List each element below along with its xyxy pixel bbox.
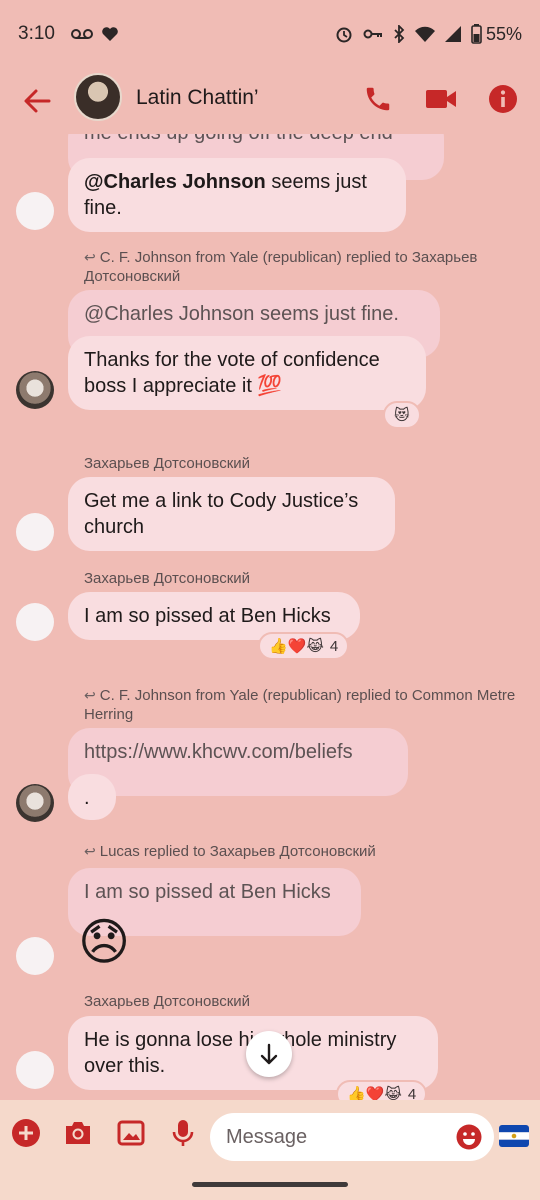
reply-label: ↩ Lucas replied to Захарьев Дотсоновский <box>84 843 376 860</box>
message-text: Thanks for the vote of confidence boss I… <box>84 349 380 397</box>
reply-arrow-icon: ↩ <box>84 687 96 703</box>
add-icon[interactable] <box>11 1118 41 1148</box>
signal-icon <box>444 26 461 42</box>
reply-label: ↩ C. F. Johnson from Yale (republican) re… <box>84 687 516 723</box>
sender-name: Захарьев Дотсоновский <box>84 455 251 472</box>
battery-icon <box>471 24 482 44</box>
microphone-icon[interactable] <box>168 1118 198 1148</box>
avatar[interactable] <box>16 1051 54 1089</box>
avatar[interactable] <box>16 784 54 822</box>
camera-icon[interactable] <box>63 1118 93 1148</box>
message-input[interactable] <box>226 1124 446 1150</box>
battery-percent: 55% <box>485 23 522 44</box>
info-icon[interactable] <box>486 82 520 116</box>
status-bar: 3:10 55% <box>0 0 540 68</box>
message-text: He is gonna lose his whole ministry over… <box>84 1029 397 1077</box>
conversation-title[interactable]: Latin Chattin’ <box>136 86 259 110</box>
bluetooth-icon <box>393 25 405 43</box>
reactions-chip[interactable]: 👍❤️😹 4 <box>336 1080 428 1100</box>
emoji-message[interactable]: 😞 <box>78 912 130 972</box>
message-bubble[interactable]: . <box>68 774 116 820</box>
video-camera-icon[interactable] <box>424 82 458 116</box>
vpn-key-icon <box>363 28 383 40</box>
emoji-icon[interactable] <box>456 1124 482 1150</box>
gesture-nav-bar[interactable] <box>192 1182 348 1187</box>
status-time: 3:10 <box>18 23 55 44</box>
reply-label: ↩ C. F. Johnson from Yale (republican) re… <box>84 249 478 285</box>
message-text: Get me a link to Cody Justice’s church <box>84 490 359 538</box>
conversation-header: Latin Chattin’ <box>0 68 540 134</box>
back-arrow-icon[interactable] <box>20 84 54 118</box>
reply-arrow-icon: ↩ <box>84 249 96 265</box>
avatar[interactable] <box>16 603 54 641</box>
phone-icon[interactable] <box>361 82 395 116</box>
quoted-message[interactable]: https://www.khcwv.com/beliefs <box>68 728 408 796</box>
heart-icon <box>101 26 119 42</box>
avatar[interactable] <box>16 192 54 230</box>
wifi-icon <box>414 26 435 42</box>
el-salvador-flag-icon[interactable] <box>499 1125 529 1147</box>
message-bubble[interactable]: @Charles Johnson seems just fine. <box>68 158 406 232</box>
avatar[interactable] <box>16 371 54 409</box>
reply-arrow-icon: ↩ <box>84 843 96 859</box>
group-avatar[interactable] <box>74 73 122 121</box>
voicemail-icon <box>70 28 93 40</box>
message-text: . <box>84 787 90 809</box>
message-field[interactable] <box>210 1113 494 1161</box>
arrow-down-icon <box>258 1043 280 1065</box>
reactions-chip[interactable]: 😻 <box>383 401 421 429</box>
message-text: me ends up going off the deep end <box>84 134 393 144</box>
avatar[interactable] <box>16 937 54 975</box>
message-text: I am so pissed at Ben Hicks <box>84 605 331 627</box>
avatar[interactable] <box>16 513 54 551</box>
mention[interactable]: @Charles Johnson <box>84 171 266 193</box>
sender-name: Захарьев Дотсоновский <box>84 570 251 587</box>
scroll-to-bottom-button[interactable] <box>246 1031 292 1077</box>
alarm-icon <box>335 25 353 43</box>
message-list[interactable]: me ends up going off the deep end @Charl… <box>0 134 540 1100</box>
message-bubble[interactable]: Get me a link to Cody Justice’s church <box>68 477 395 551</box>
reactions-chip[interactable]: 👍❤️😹 4 <box>258 632 350 660</box>
gallery-icon[interactable] <box>116 1118 146 1148</box>
message-bubble[interactable]: Thanks for the vote of confidence boss I… <box>68 336 426 410</box>
sender-name: Захарьев Дотсоновский <box>84 993 251 1010</box>
